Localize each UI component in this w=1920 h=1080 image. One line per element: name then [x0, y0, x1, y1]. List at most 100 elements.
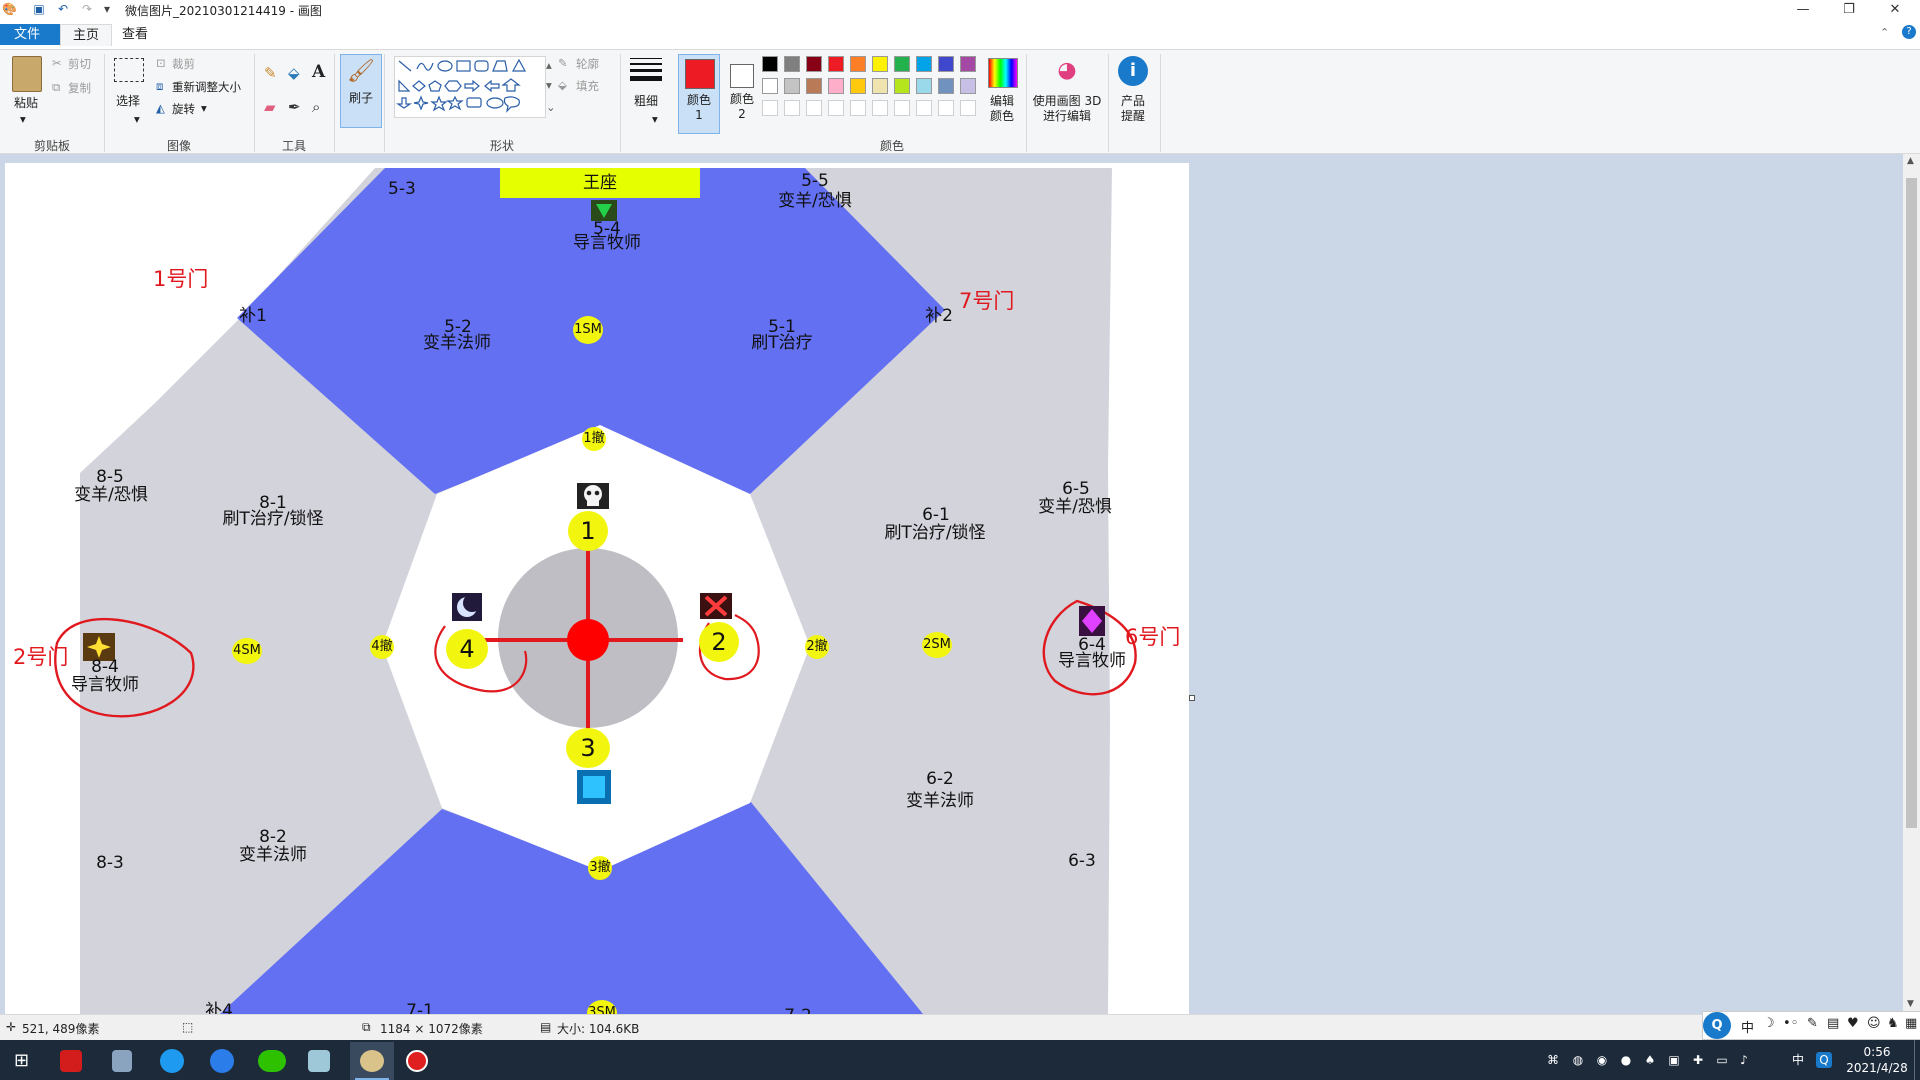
select-dropdown-icon[interactable]: ▾: [134, 112, 140, 126]
custom-color-slot[interactable]: [894, 100, 910, 116]
tab-view[interactable]: 查看: [110, 24, 160, 45]
crop-button[interactable]: 裁剪: [172, 56, 195, 72]
text-tool-icon[interactable]: A: [312, 62, 325, 82]
palette-color-swatch[interactable]: [872, 56, 888, 72]
show-desktop-button[interactable]: [1914, 1040, 1920, 1080]
canvas-resize-handle[interactable]: [1189, 695, 1195, 701]
shapes-scroll-up-icon[interactable]: ▴: [546, 58, 552, 72]
select-button[interactable]: 选择: [116, 94, 140, 108]
ime-menu-icon[interactable]: ▦: [1905, 1016, 1917, 1031]
rotate-button[interactable]: 旋转: [172, 101, 195, 117]
palette-color-swatch[interactable]: [828, 56, 844, 72]
palette-color-swatch[interactable]: [828, 78, 844, 94]
color2-button[interactable]: 颜色 2: [722, 54, 762, 132]
taskbar-edge-icon[interactable]: [210, 1049, 234, 1073]
help-icon[interactable]: ?: [1902, 25, 1916, 39]
palette-color-swatch[interactable]: [894, 56, 910, 72]
tray-qq-icon[interactable]: Q: [1816, 1052, 1832, 1068]
palette-color-swatch[interactable]: [784, 78, 800, 94]
edit-colors-button[interactable]: 编辑颜色: [986, 94, 1018, 124]
close-button[interactable]: ✕: [1872, 0, 1918, 20]
redo-icon[interactable]: ↷: [80, 2, 94, 16]
ime-skin-icon[interactable]: ♥: [1847, 1016, 1859, 1031]
ime-clipboard-icon[interactable]: ▤: [1827, 1016, 1839, 1031]
tray-clock[interactable]: 0:56 2021/4/28: [1842, 1044, 1912, 1076]
customize-quick-access-icon[interactable]: ▾: [100, 2, 114, 16]
taskbar-browser-icon[interactable]: [160, 1049, 184, 1073]
edit-colors-icon[interactable]: [988, 58, 1018, 88]
ime-tools-icon[interactable]: ✎: [1807, 1016, 1818, 1031]
tray-security-icon[interactable]: ✚: [1690, 1052, 1706, 1068]
tab-file[interactable]: 文件: [0, 24, 60, 45]
palette-color-swatch[interactable]: [762, 78, 778, 94]
palette-color-swatch[interactable]: [762, 56, 778, 72]
scroll-down-icon[interactable]: ▼: [1907, 999, 1914, 1009]
palette-color-swatch[interactable]: [938, 78, 954, 94]
select-icon[interactable]: [114, 58, 144, 82]
tray-wechat-icon[interactable]: ◉: [1594, 1052, 1610, 1068]
drawing-canvas[interactable]: 1 2 3 4 1SM 2SM 3SM 4SM 1撤 2撤 3撤 4撤 王座 5…: [5, 163, 1189, 1014]
taskbar-record-icon[interactable]: [406, 1050, 428, 1072]
custom-color-slot[interactable]: [828, 100, 844, 116]
eraser-icon[interactable]: ▰: [264, 98, 276, 116]
windows-start-icon[interactable]: ⊞: [14, 1051, 34, 1071]
tray-volume-icon[interactable]: ♪: [1736, 1052, 1752, 1068]
palette-color-swatch[interactable]: [894, 78, 910, 94]
tab-home[interactable]: 主页: [60, 24, 113, 46]
collapse-ribbon-icon[interactable]: ⌃: [1880, 26, 1889, 39]
fill-button[interactable]: 填充: [576, 78, 599, 94]
tray-bluetooth-icon[interactable]: ⌘: [1545, 1052, 1561, 1068]
custom-color-slot[interactable]: [938, 100, 954, 116]
rotate-dropdown-icon[interactable]: ▾: [201, 101, 207, 115]
palette-color-swatch[interactable]: [850, 56, 866, 72]
custom-color-slot[interactable]: [872, 100, 888, 116]
custom-color-slot[interactable]: [784, 100, 800, 116]
taskbar-paint-active[interactable]: [350, 1042, 394, 1080]
restore-button[interactable]: ❐: [1826, 0, 1872, 20]
palette-color-swatch[interactable]: [938, 56, 954, 72]
minimize-button[interactable]: —: [1780, 0, 1826, 20]
palette-color-swatch[interactable]: [960, 78, 976, 94]
scroll-thumb[interactable]: [1906, 178, 1917, 828]
copy-button[interactable]: 复制: [68, 80, 91, 96]
info-icon[interactable]: i: [1118, 56, 1148, 86]
ime-mode[interactable]: 中: [1741, 1017, 1754, 1036]
ime-settings-icon[interactable]: ♞: [1887, 1016, 1899, 1031]
paste-icon[interactable]: [12, 56, 42, 92]
resize-button[interactable]: 重新调整大小: [172, 79, 241, 95]
ime-emoji-icon[interactable]: ☺: [1867, 1016, 1881, 1031]
palette-color-swatch[interactable]: [916, 78, 932, 94]
taskbar-app-red-icon[interactable]: [60, 1050, 82, 1072]
save-icon[interactable]: ▣: [32, 2, 46, 16]
palette-color-swatch[interactable]: [784, 56, 800, 72]
palette-color-swatch[interactable]: [916, 56, 932, 72]
cut-button[interactable]: 剪切: [68, 56, 91, 72]
custom-color-slot[interactable]: [960, 100, 976, 116]
shapes-expand-icon[interactable]: ⌄: [546, 100, 556, 114]
size-button[interactable]: 粗细: [634, 94, 658, 108]
palette-color-swatch[interactable]: [850, 78, 866, 94]
undo-icon[interactable]: ↶: [56, 2, 70, 16]
custom-color-slot[interactable]: [916, 100, 932, 116]
palette-color-swatch[interactable]: [806, 78, 822, 94]
paste-dropdown-icon[interactable]: ▾: [20, 112, 26, 126]
custom-color-slot[interactable]: [762, 100, 778, 116]
vertical-scrollbar[interactable]: ▲ ▼: [1903, 154, 1920, 1014]
size-dropdown-icon[interactable]: ▾: [652, 112, 658, 126]
paste-button[interactable]: 粘贴: [8, 94, 44, 111]
tray-app-icon[interactable]: ♠: [1642, 1052, 1658, 1068]
product-alert-button[interactable]: 产品提醒: [1118, 94, 1148, 124]
brushes-button[interactable]: 🖌 刷子: [340, 54, 382, 128]
ime-halfwidth-icon[interactable]: ☽: [1763, 1016, 1775, 1031]
paint3d-icon[interactable]: ◕: [1054, 58, 1080, 86]
ime-punctuation-icon[interactable]: •◦: [1783, 1016, 1798, 1031]
custom-color-slot[interactable]: [806, 100, 822, 116]
tray-ime-indicator[interactable]: 中: [1790, 1052, 1806, 1068]
tray-network-icon[interactable]: ▭: [1714, 1052, 1730, 1068]
palette-color-swatch[interactable]: [872, 78, 888, 94]
ime-logo-icon[interactable]: Q: [1703, 1012, 1731, 1039]
palette-color-swatch[interactable]: [806, 56, 822, 72]
taskbar-wechat-icon[interactable]: [258, 1050, 286, 1072]
magnifier-icon[interactable]: ⌕: [312, 98, 320, 116]
palette-color-swatch[interactable]: [960, 56, 976, 72]
